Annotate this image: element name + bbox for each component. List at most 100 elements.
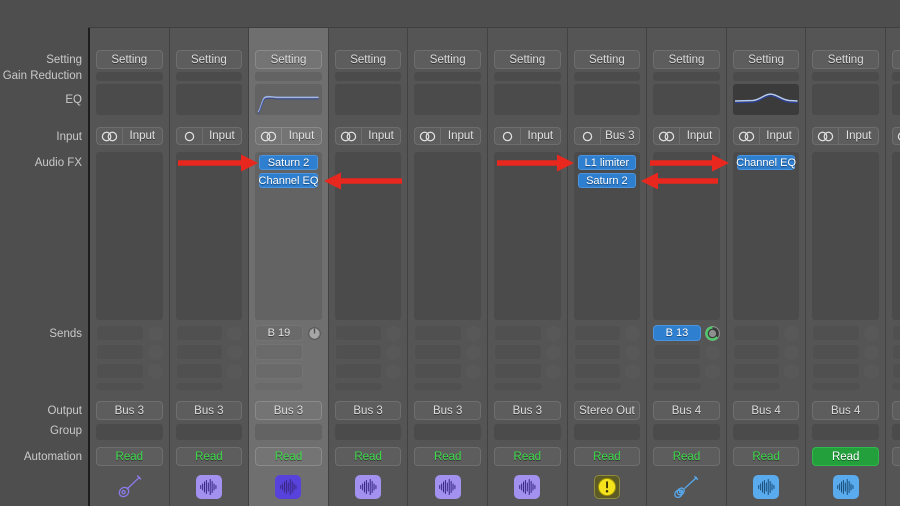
send-slot-2[interactable]: [732, 344, 781, 360]
send-level-knob-3[interactable]: [625, 363, 641, 379]
audio-fx-plugin-slot[interactable]: Saturn 2: [577, 173, 637, 188]
track-bass-guitar-icon[interactable]: [116, 475, 142, 499]
send-slot-overflow[interactable]: [494, 383, 542, 390]
channel-strip-8[interactable]: Setting Input B 13 Bus 4 Read: [647, 28, 727, 506]
eq-thumbnail[interactable]: [414, 84, 481, 115]
eq-thumbnail[interactable]: [255, 84, 322, 115]
group-slot[interactable]: [812, 424, 879, 440]
setting-button[interactable]: Setting: [414, 50, 481, 69]
output-button[interactable]: Bus 3: [414, 401, 481, 420]
input-slot[interactable]: Input: [892, 127, 900, 145]
send-level-knob-3[interactable]: [227, 363, 243, 379]
setting-button[interactable]: Setting: [255, 50, 322, 69]
send-slot-3[interactable]: [414, 363, 462, 379]
send-slot-1[interactable]: [812, 325, 860, 341]
group-slot[interactable]: [573, 424, 641, 440]
setting-button[interactable]: Setting: [494, 50, 561, 69]
send-level-knob-2[interactable]: [863, 344, 879, 360]
audio-fx-area[interactable]: [175, 152, 243, 320]
eq-thumbnail[interactable]: [175, 84, 243, 115]
setting-button[interactable]: Setting: [653, 50, 720, 69]
channel-strip-5[interactable]: Setting Input Bus 3 Read: [408, 28, 488, 506]
send-level-knob-1[interactable]: [465, 325, 481, 341]
send-slot-overflow[interactable]: [573, 383, 622, 390]
send-level-knob-1[interactable]: [625, 325, 641, 341]
send-level-knob-1[interactable]: [386, 325, 402, 341]
automation-mode-button[interactable]: [892, 447, 900, 466]
send-slot-3[interactable]: [334, 363, 383, 379]
eq-thumbnail[interactable]: [573, 84, 641, 115]
send-slot-1[interactable]: [573, 325, 622, 341]
track-waveform-icon[interactable]: [753, 475, 780, 499]
send-level-knob-3[interactable]: [465, 363, 481, 379]
send-level-knob-1[interactable]: [147, 325, 163, 341]
send-level-knob-2[interactable]: [465, 344, 481, 360]
send-slot-2[interactable]: [334, 344, 383, 360]
eq-thumbnail[interactable]: [653, 84, 720, 115]
send-level-knob-2[interactable]: [147, 344, 163, 360]
channel-strip-3[interactable]: Setting Input Saturn 2 Channel EQ B 19 Bus …: [249, 28, 329, 506]
group-slot[interactable]: [732, 424, 800, 440]
send-level-knob-1[interactable]: [863, 325, 879, 341]
automation-mode-button[interactable]: Read: [96, 447, 163, 466]
send-slot-1[interactable]: [892, 325, 900, 341]
send-slot-overflow[interactable]: [175, 383, 224, 390]
eq-thumbnail[interactable]: [732, 84, 800, 115]
audio-fx-plugin-slot[interactable]: Channel EQ: [736, 155, 796, 170]
setting-button[interactable]: Setting: [812, 50, 879, 69]
send-level-knob-2[interactable]: [625, 344, 641, 360]
send-slot-overflow[interactable]: [892, 383, 900, 390]
channel-strip-2[interactable]: Setting Input Bus 3 Read: [169, 28, 250, 506]
group-slot[interactable]: [414, 424, 481, 440]
automation-mode-button[interactable]: Read: [573, 447, 641, 466]
audio-fx-plugin-slot[interactable]: L1 limiter: [577, 155, 637, 170]
input-slot[interactable]: Input: [175, 127, 243, 145]
group-slot[interactable]: [175, 424, 243, 440]
group-slot[interactable]: [892, 424, 900, 440]
send-level-knob-3[interactable]: [704, 363, 720, 379]
send-level-knob-2[interactable]: [704, 344, 720, 360]
input-slot[interactable]: Input: [494, 127, 561, 145]
send-slot-1[interactable]: [334, 325, 383, 341]
automation-mode-button[interactable]: Read: [334, 447, 402, 466]
send-level-knob-1[interactable]: [784, 325, 800, 341]
automation-mode-button[interactable]: Read: [414, 447, 481, 466]
send-slot-2[interactable]: [812, 344, 860, 360]
send-slot-overflow[interactable]: [812, 383, 860, 390]
eq-thumbnail[interactable]: [334, 84, 402, 115]
send-level-knob-2[interactable]: [306, 344, 322, 360]
input-slot[interactable]: Input: [255, 127, 322, 145]
send-slot-3[interactable]: [96, 363, 144, 379]
channel-strip-10[interactable]: Setting Input Bus 4 Read: [806, 28, 886, 506]
audio-fx-area[interactable]: [812, 152, 879, 320]
audio-fx-area[interactable]: [414, 152, 481, 320]
send-slot-1[interactable]: B 19: [255, 325, 303, 341]
send-slot-3[interactable]: [732, 363, 781, 379]
automation-mode-button[interactable]: Read: [812, 447, 879, 466]
send-level-knob-2[interactable]: [784, 344, 800, 360]
track-waveform-icon[interactable]: [434, 475, 461, 499]
send-slot-3[interactable]: [573, 363, 622, 379]
output-button[interactable]: Bus 3: [175, 401, 243, 420]
group-slot[interactable]: [96, 424, 163, 440]
send-level-knob-3[interactable]: [784, 363, 800, 379]
channel-strip-9[interactable]: Setting Input Channel EQ Bus 4 Read: [726, 28, 807, 506]
send-slot-2[interactable]: [414, 344, 462, 360]
setting-button[interactable]: Setting: [96, 50, 163, 69]
input-slot[interactable]: Input: [96, 127, 163, 145]
send-slot-1[interactable]: B 13: [653, 325, 701, 341]
audio-fx-area[interactable]: [892, 152, 900, 320]
send-slot-3[interactable]: [494, 363, 542, 379]
output-button[interactable]: Bus 3: [255, 401, 322, 420]
send-slot-overflow[interactable]: [414, 383, 462, 390]
eq-thumbnail[interactable]: [812, 84, 879, 115]
automation-mode-button[interactable]: Read: [175, 447, 243, 466]
eq-thumbnail[interactable]: [96, 84, 163, 115]
send-level-knob-1[interactable]: [704, 325, 720, 341]
send-slot-overflow[interactable]: [653, 383, 701, 390]
send-slot-2[interactable]: [573, 344, 622, 360]
send-level-knob-1[interactable]: [545, 325, 561, 341]
output-button[interactable]: Bus 4: [812, 401, 879, 420]
audio-fx-area[interactable]: Channel EQ: [732, 152, 800, 320]
send-slot-1[interactable]: [494, 325, 542, 341]
